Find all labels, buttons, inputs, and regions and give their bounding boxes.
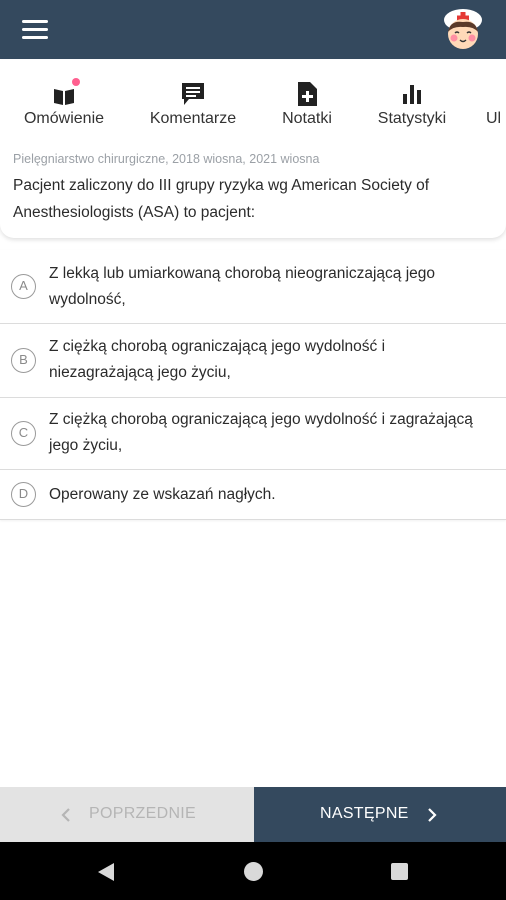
tab-komentarze-label: Komentarze	[149, 110, 237, 127]
answer-list: A Z lekką lub umiarkowaną chorobą nieogr…	[0, 250, 506, 520]
previous-button[interactable]: POPRZEDNIE	[0, 787, 254, 842]
home-circle-icon[interactable]	[243, 861, 264, 882]
answer-text: Operowany ze wskazań nagłych.	[49, 486, 276, 503]
answer-option-d[interactable]: D Operowany ze wskazań nagłych.	[0, 470, 506, 520]
answer-letter-badge: A	[11, 274, 36, 299]
answer-letter-badge: B	[11, 348, 36, 373]
tab-statystyki-label: Statystyki	[377, 110, 447, 127]
answer-text: Z ciężką chorobą ograniczającą jego wydo…	[49, 338, 386, 381]
notification-dot	[72, 78, 80, 86]
tab-omowienie-label: Omówienie	[23, 110, 105, 127]
tab-ulubione[interactable]: Ul	[486, 78, 506, 138]
chevron-left-icon	[61, 808, 70, 822]
answer-option-b[interactable]: B Z ciężką chorobą ograniczającą jego wy…	[0, 324, 506, 398]
tab-omowienie[interactable]: Omówienie	[14, 78, 114, 138]
question-card: Omówienie Komentarze Notatki Statystyki …	[0, 60, 506, 238]
hamburger-menu-icon[interactable]	[22, 20, 48, 40]
nurse-avatar-icon[interactable]	[440, 6, 486, 52]
answer-letter-badge: C	[11, 421, 36, 446]
note-add-icon	[298, 82, 317, 106]
question-source: Pielęgniarstwo chirurgiczne, 2018 wiosna…	[13, 152, 320, 166]
system-navigation-bar	[0, 842, 506, 900]
next-button-label: NASTĘPNE	[320, 805, 409, 822]
tab-statystyki[interactable]: Statystyki	[370, 78, 454, 138]
answer-text: Z lekką lub umiarkowaną chorobą nieogran…	[49, 265, 436, 308]
next-button[interactable]: NASTĘPNE	[254, 787, 506, 842]
tab-notatki-label: Notatki	[282, 110, 332, 127]
answer-text: Z ciężką chorobą ograniczającą jego wydo…	[49, 411, 473, 454]
chevron-right-icon	[428, 808, 437, 822]
bar-chart-icon	[403, 85, 421, 104]
tab-komentarze[interactable]: Komentarze	[143, 78, 243, 138]
comment-icon	[182, 83, 204, 105]
action-tabs: Omówienie Komentarze Notatki Statystyki …	[0, 78, 506, 138]
previous-button-label: POPRZEDNIE	[89, 805, 197, 822]
app-bar	[0, 0, 506, 59]
answer-option-c[interactable]: C Z ciężką chorobą ograniczającą jego wy…	[0, 398, 506, 470]
answer-letter-badge: D	[11, 482, 36, 507]
tab-notatki[interactable]: Notatki	[270, 78, 344, 138]
question-navigation: POPRZEDNIE NASTĘPNE	[0, 787, 506, 842]
question-text: Pacjent zaliczony do III grupy ryzyka wg…	[13, 177, 430, 221]
back-triangle-icon[interactable]	[96, 861, 116, 883]
tab-ulubione-label: Ul	[486, 110, 502, 127]
recents-square-icon[interactable]	[390, 862, 409, 881]
answer-option-a[interactable]: A Z lekką lub umiarkowaną chorobą nieogr…	[0, 250, 506, 324]
